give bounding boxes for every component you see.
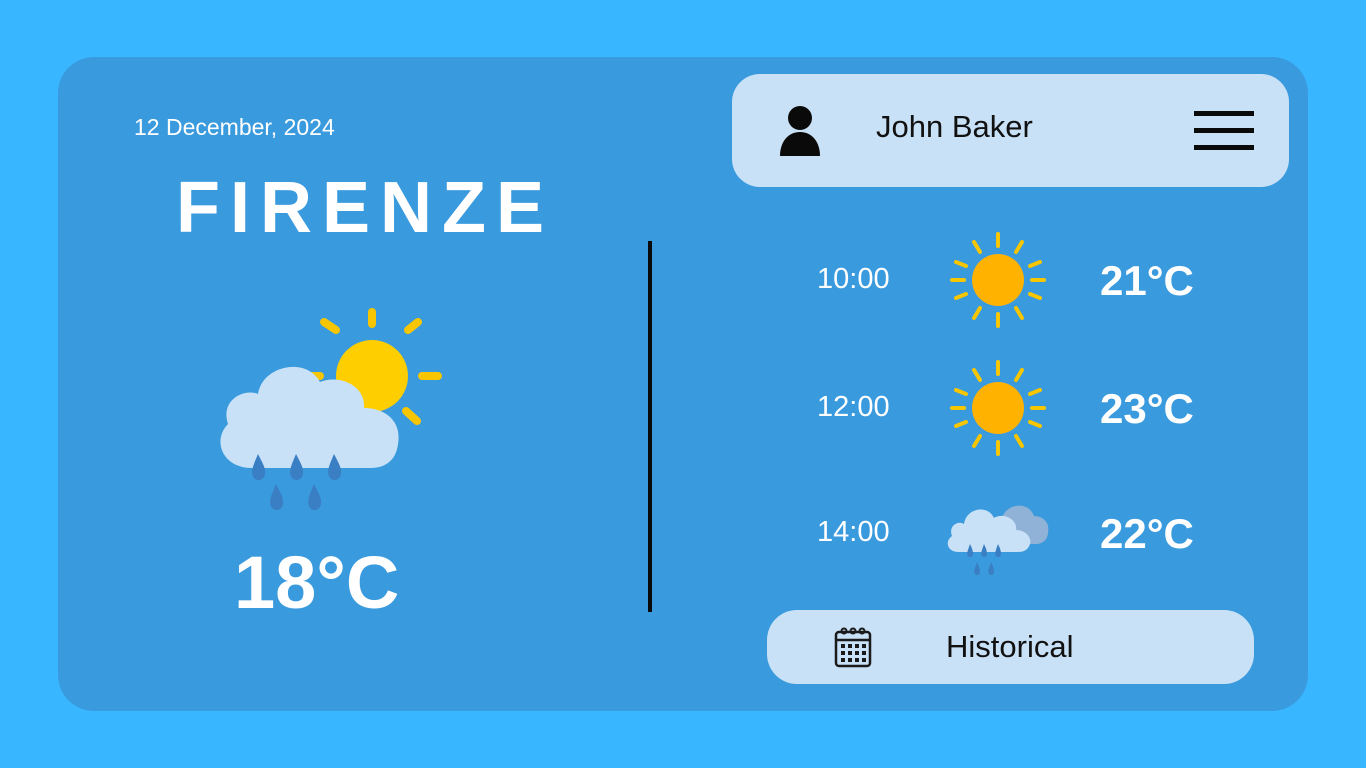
sun-icon (950, 360, 1046, 456)
divider (648, 241, 652, 612)
forecast-temperature: 21°C (1100, 257, 1194, 304)
forecast-temperature: 22°C (1100, 510, 1194, 557)
sun-icon (950, 232, 1046, 328)
hamburger-menu-icon[interactable] (1192, 108, 1256, 154)
historical-label: Historical (946, 629, 1074, 664)
forecast-time: 12:00 (817, 391, 890, 423)
forecast-temperature: 23°C (1100, 385, 1194, 432)
rain-cloud-icon (947, 505, 1049, 576)
forecast-time: 14:00 (817, 516, 890, 548)
current-temperature: 18°C (234, 541, 400, 624)
city-name: FIRENZE (176, 168, 555, 248)
user-name: John Baker (876, 109, 1033, 144)
user-icon (780, 106, 820, 156)
calendar-icon[interactable] (834, 626, 874, 668)
current-date: 12 December, 2024 (134, 114, 335, 140)
forecast-time: 10:00 (817, 263, 890, 295)
sun-behind-rain-cloud-icon (220, 308, 442, 511)
